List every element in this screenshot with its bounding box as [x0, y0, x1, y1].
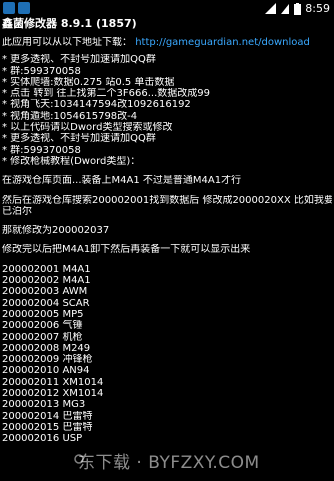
weapon-code-item: 200002004 SCAR — [2, 297, 90, 309]
cheat-info-line: * 点击 转到 往上找第二个3F666...数据改成99 — [2, 88, 210, 100]
download-label: 此应用可以从以下地址下载： — [2, 37, 132, 48]
status-indicators: 8:59 — [265, 2, 330, 15]
weapon-code-item: 200002011 XM1014 — [2, 376, 104, 388]
weapon-code-item: 200002001 M4A1 — [2, 263, 91, 275]
status-bar: 8:59 — [0, 0, 334, 17]
para-equip: 在游戏仓库页面...装备上M4A1 不过是普通M4A1才行 — [2, 175, 242, 187]
notification-app-icon — [3, 2, 15, 14]
weapon-code-item: 200002002 M4A1 — [2, 275, 91, 287]
download-line: 此应用可以从以下地址下载： http://gameguardian.net/do… — [2, 37, 332, 48]
weapon-code-item: 200002015 巴雷特 — [2, 421, 93, 433]
para-search-1: 然后在游戏仓库搜索200002001找到数据后 修改成2000020XX 比如我… — [2, 194, 332, 206]
weapon-code-item: 200002009 冲锋枪 — [2, 354, 93, 366]
cheat-info-line: * 更多透视、不封号加速请加QQ群 — [2, 54, 156, 66]
cheat-info-line: * 群:599370058 — [2, 65, 81, 77]
watermark: 东下载 · BYFZXY.COM — [78, 453, 260, 473]
para-search-2: 已泊尔 — [2, 205, 32, 217]
weapon-code-item: 200002016 USP — [2, 433, 83, 445]
cheat-info-line: * 实体爬墙:数据0.275 站0.5 单击数据 — [2, 76, 175, 88]
weapon-code-item: 200002012 XM1014 — [2, 388, 104, 400]
cheat-info-line: * 群:599370058 — [2, 144, 81, 156]
cheat-info-line: * 修改枪械教程(Dword类型)： — [2, 155, 141, 167]
cheat-info-line: * 视角遁地:1054615798改-4 — [2, 110, 138, 122]
weapon-code-item: 200002003 AWM — [2, 286, 88, 298]
weapon-code-item: 200002005 MP5 — [2, 308, 84, 320]
cheat-info-line: * 视角飞天:1034147594改1092616192 — [2, 99, 191, 111]
weapon-code-item: 200002010 AN94 — [2, 365, 90, 377]
signal-icon — [265, 3, 277, 14]
app-title: 鑫菌修改器 8.9.1 (1857) — [2, 17, 137, 30]
about-content: 此应用可以从以下地址下载： http://gameguardian.net/do… — [2, 37, 332, 445]
wifi-icon — [281, 4, 290, 14]
weapon-code-item: 200002007 机枪 — [2, 331, 83, 343]
battery-icon — [294, 2, 302, 15]
weapon-code-item: 200002013 MG3 — [2, 399, 86, 411]
cheat-info-line: * 更多透视、不封号加速请加QQ群 — [2, 133, 156, 145]
cheat-info-line: * 以上代码请以Dword类型搜索或修改 — [2, 122, 173, 134]
para-example: 那就修改为200002037 — [2, 225, 110, 237]
weapon-code-list: 200002001 M4A1 200002002 M4A1 200002003 AW… — [2, 264, 332, 445]
para-reequip: 修改完以后把M4A1卸下然后再装备一下就可以显示出来 — [2, 244, 251, 256]
cheat-info-list: * 更多透视、不封号加速请加QQ群 * 群:599370058 * 实体爬墙:数据0… — [2, 54, 332, 167]
clock-time: 8:59 — [305, 2, 330, 15]
weapon-code-item: 200002014 巴雷特 — [2, 410, 93, 422]
weapon-code-item: 200002008 M249 — [2, 342, 91, 354]
download-link[interactable]: http://gameguardian.net/download — [135, 37, 310, 48]
notification-app-icon-2 — [18, 2, 30, 14]
weapon-code-item: 200002006 气锤 — [2, 320, 83, 332]
